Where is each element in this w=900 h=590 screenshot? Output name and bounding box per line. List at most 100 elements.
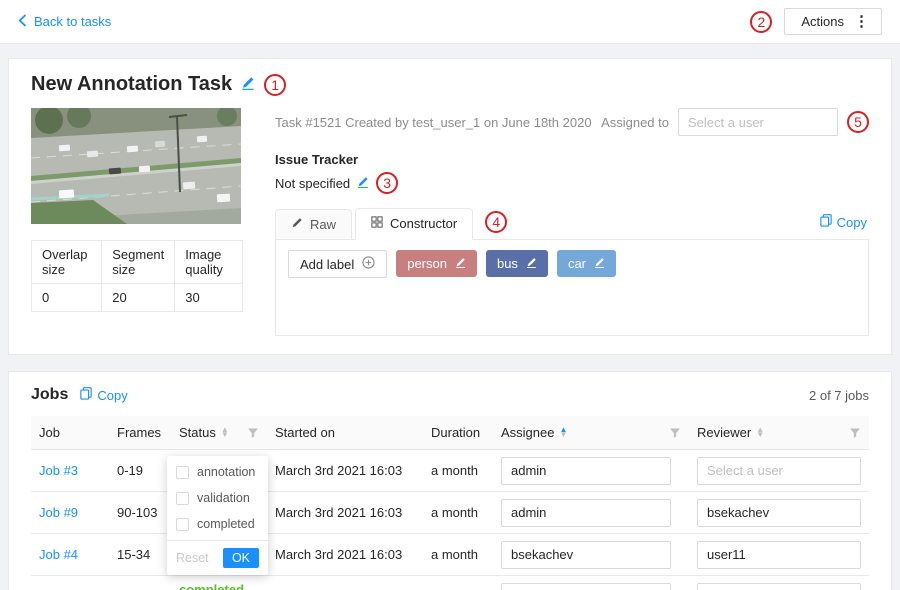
assignee-input[interactable] [501,457,671,485]
checkbox[interactable] [176,518,189,531]
status-filter-dropdown: annotation validation completed Reset OK [167,456,268,575]
labels-tabs: Raw Constructor 4 Copy [275,208,869,240]
pencil-icon [291,217,303,232]
edit-title-icon[interactable] [241,76,255,93]
copy-labels-label: Copy [837,215,867,230]
reviewer-input[interactable] [697,583,861,590]
jobs-table-header: Job Frames Status ▲▼ Started on [31,416,869,450]
label-person-name: person [407,256,447,271]
status-text: completed [179,582,244,590]
task-meta: Task #1521 Created by test_user_1 on Jun… [275,115,592,130]
assignee-input[interactable] [501,583,671,590]
status-filter-icon[interactable] [237,427,259,439]
edit-issue-tracker-icon[interactable] [357,176,369,191]
param-header-quality: Image quality [175,241,243,284]
duration-cell: a month [423,534,493,576]
started-cell: March 3rd 2021 16:03 [267,492,423,534]
assigned-to-label: Assigned to [601,115,669,130]
job-link[interactable]: Job #3 [39,463,78,478]
label-tag-car[interactable]: car [557,250,616,277]
copy-jobs-link[interactable]: Copy [80,387,127,403]
reviewer-sort-icon[interactable]: ▲▼ [756,428,764,438]
table-row: Job #3 0-19 March 3rd 2021 16:03 a month [31,450,869,492]
checkbox[interactable] [176,492,189,505]
tab-raw-label: Raw [310,217,336,232]
filter-option-validation[interactable]: validation [167,485,268,511]
label-tag-bus[interactable]: bus [486,250,548,277]
job-link[interactable]: Job #4 [39,547,78,562]
edit-label-icon[interactable] [526,256,537,271]
col-status[interactable]: Status ▲▼ [171,416,267,450]
back-to-tasks-link[interactable]: Back to tasks [18,14,111,30]
plus-circle-icon [362,256,375,272]
copy-labels-link[interactable]: Copy [820,214,869,239]
table-row: Job #4 15-34 March 3rd 2021 16:03 a mont… [31,534,869,576]
actions-button[interactable]: Actions ⋮ [784,8,882,35]
col-started-on: Started on [267,416,423,450]
jobs-card: Jobs Copy 2 of 7 jobs Job Frames Status [8,371,892,590]
assigned-to-input[interactable] [678,108,838,136]
more-vertical-icon[interactable]: ⋮ [854,14,869,29]
col-reviewer[interactable]: Reviewer ▲▼ [689,416,869,450]
frames-cell: 75-94 [109,576,171,590]
label-bus-name: bus [497,256,518,271]
chevron-left-icon [18,14,27,30]
table-row: Job #9 90-103 March 3rd 2021 16:03 a mon… [31,492,869,534]
annotation-circle-1: 1 [264,74,286,96]
jobs-title: Jobs [31,386,68,404]
jobs-count: 2 of 7 jobs [809,388,869,403]
task-title: New Annotation Task [31,73,232,96]
edit-label-icon[interactable] [455,256,466,271]
param-value-quality: 30 [175,284,243,312]
filter-ok-button[interactable]: OK [223,548,259,568]
param-value-overlap: 0 [32,284,102,312]
frames-cell: 15-34 [109,534,171,576]
annotation-circle-2: 2 [750,11,772,33]
task-preview-image [31,108,241,224]
add-label-text: Add label [300,257,354,272]
top-bar: Back to tasks 2 Actions ⋮ [0,0,900,44]
copy-icon [820,214,832,230]
add-label-button[interactable]: Add label [288,250,387,278]
tab-raw[interactable]: Raw [275,209,352,239]
frames-cell: 0-19 [109,450,171,492]
assignee-input[interactable] [501,499,671,527]
started-cell: March 3rd 2021 16:03 [267,576,423,590]
col-frames: Frames [109,416,171,450]
tab-constructor[interactable]: Constructor [355,208,473,240]
labels-constructor-panel: Add label person bus [275,240,869,336]
col-job: Job [31,416,109,450]
annotation-circle-3: 3 [376,172,398,194]
copy-icon [80,387,92,403]
col-duration: Duration [423,416,493,450]
label-car-name: car [568,256,586,271]
started-cell: March 3rd 2021 16:03 [267,534,423,576]
param-value-segment: 20 [102,284,175,312]
filter-option-completed[interactable]: completed [167,511,268,537]
reviewer-input[interactable] [697,457,861,485]
edit-label-icon[interactable] [594,256,605,271]
task-details-card: New Annotation Task 1 [8,58,892,355]
reviewer-input[interactable] [697,541,861,569]
param-header-segment: Segment size [102,241,175,284]
status-sort-icon[interactable]: ▲▼ [221,428,229,438]
label-tag-person[interactable]: person [396,250,477,277]
annotation-circle-5: 5 [847,111,869,133]
issue-tracker-label: Issue Tracker [275,152,869,167]
duration-cell: a month [423,492,493,534]
filter-option-annotation[interactable]: annotation [167,459,268,485]
checkbox[interactable] [176,466,189,479]
filter-reset-button[interactable]: Reset [176,551,209,565]
assignee-input[interactable] [501,541,671,569]
copy-jobs-label: Copy [97,388,127,403]
assignee-filter-icon[interactable] [659,427,681,439]
col-assignee[interactable]: Assignee ▲▼ [493,416,689,450]
duration-cell: a month [423,576,493,590]
job-link[interactable]: Job #9 [39,505,78,520]
actions-label: Actions [801,14,844,29]
reviewer-filter-icon[interactable] [839,427,861,439]
table-row: Job #8 75-94 completed? March 3rd 2021 1… [31,576,869,590]
param-header-overlap: Overlap size [32,241,102,284]
reviewer-input[interactable] [697,499,861,527]
assignee-sort-icon[interactable]: ▲▼ [559,428,567,438]
